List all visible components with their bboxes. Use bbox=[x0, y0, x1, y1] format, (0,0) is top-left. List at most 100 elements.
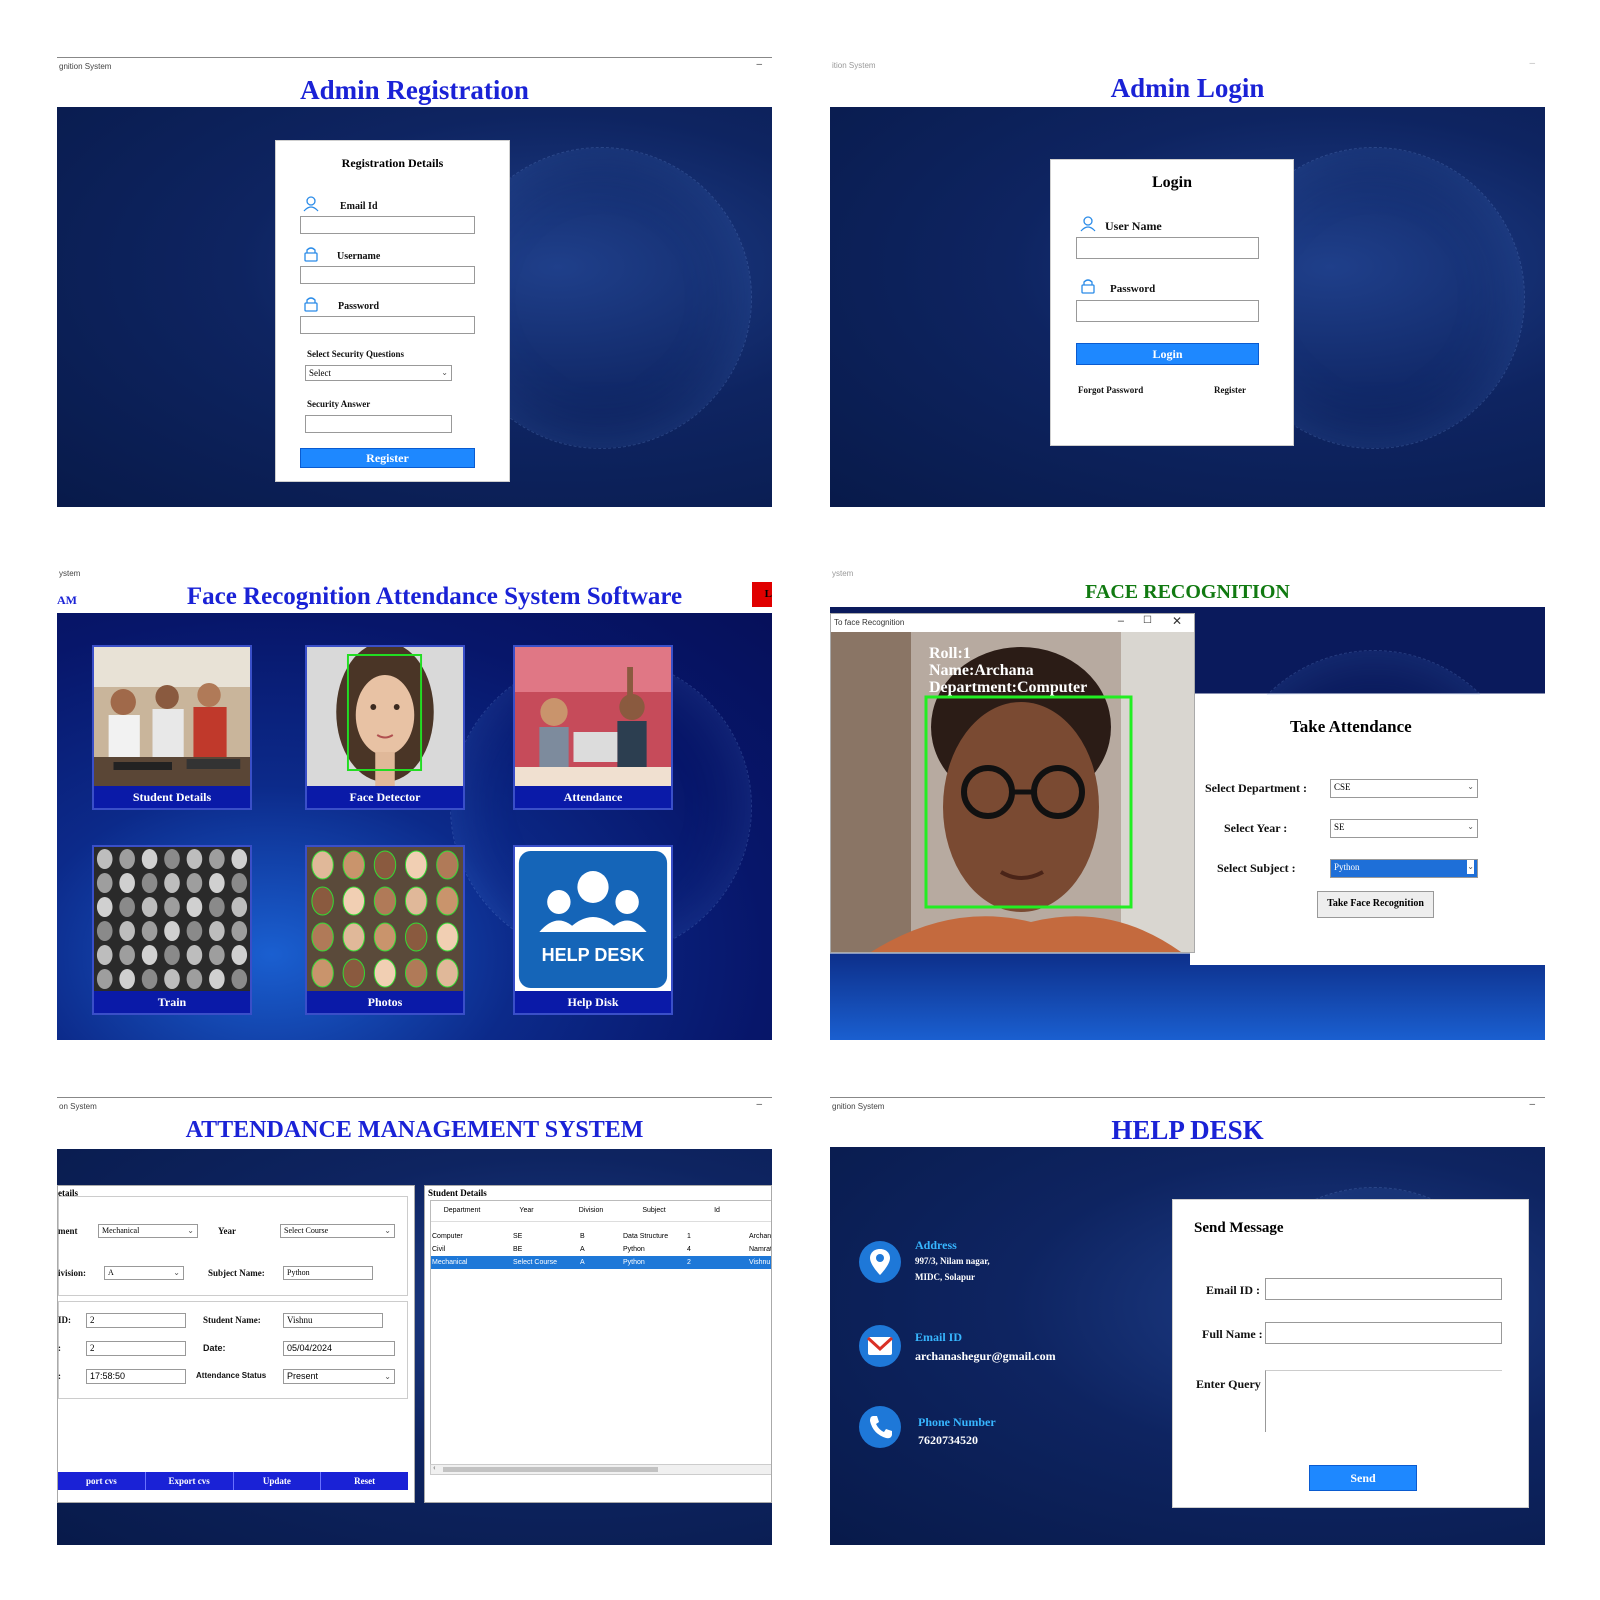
help-desk-icon bbox=[518, 851, 668, 988]
minimize-button[interactable]: – bbox=[1529, 1099, 1535, 1110]
attendance-status-select[interactable]: Present ⌄ bbox=[283, 1369, 395, 1384]
photos-tile[interactable]: Photos bbox=[305, 845, 465, 1015]
student-name-field[interactable]: Vishnu bbox=[283, 1313, 383, 1328]
column-header[interactable]: Na bbox=[748, 1201, 771, 1221]
overlay-roll: Roll:1 bbox=[929, 645, 971, 662]
subject-name-label: Subject Name: bbox=[208, 1268, 265, 1278]
minimize-button[interactable]: – bbox=[756, 1099, 762, 1110]
table-row[interactable]: Computer SE B Data Structure 1 Archana bbox=[431, 1230, 771, 1243]
help-desk-text: HELP DESK bbox=[541, 945, 645, 965]
import-csv-button[interactable]: port cvs bbox=[58, 1472, 146, 1490]
face-thumb bbox=[209, 897, 225, 917]
table-row[interactable]: Civil BE A Python 4 Namrata bbox=[431, 1243, 771, 1256]
login-button[interactable]: Login bbox=[1076, 343, 1259, 365]
camera-window-title: To face Recognition bbox=[834, 618, 905, 627]
face-thumb bbox=[164, 897, 180, 917]
column-header[interactable]: Division bbox=[560, 1201, 622, 1221]
face-thumb bbox=[404, 958, 428, 988]
password-field[interactable] bbox=[1076, 300, 1259, 322]
username-field[interactable] bbox=[300, 266, 475, 284]
window-title: ystem bbox=[832, 569, 854, 578]
face-thumb bbox=[96, 849, 113, 869]
time-field[interactable]: 17:58:50 bbox=[86, 1369, 186, 1384]
year-select[interactable]: SE ⌄ bbox=[1330, 819, 1478, 838]
department-select[interactable]: CSE ⌄ bbox=[1330, 779, 1478, 798]
security-question-label: Select Security Questions bbox=[307, 349, 404, 359]
card-title: Send Message bbox=[1194, 1220, 1284, 1236]
face-thumb bbox=[186, 945, 203, 965]
face-thumb bbox=[373, 958, 397, 988]
full-name-field[interactable] bbox=[1265, 1322, 1502, 1344]
table-row-selected[interactable]: Mechanical Select Course A Python 2 Vish… bbox=[431, 1255, 771, 1269]
email-field[interactable] bbox=[300, 216, 475, 234]
student-table: Department Year Division Subject Id Na C… bbox=[431, 1201, 771, 1269]
face-thumb bbox=[342, 886, 366, 916]
username-field[interactable] bbox=[1076, 237, 1259, 259]
take-face-recognition-button[interactable]: Take Face Recognition bbox=[1317, 891, 1434, 918]
minimize-button[interactable]: – bbox=[756, 59, 762, 70]
chevron-down-icon: ⌄ bbox=[1467, 860, 1474, 874]
chevron-down-icon: ⌄ bbox=[187, 1226, 194, 1235]
table-cell: A bbox=[580, 1245, 585, 1253]
year-select[interactable]: Select Course ⌄ bbox=[280, 1224, 395, 1238]
column-header[interactable]: Id bbox=[686, 1201, 748, 1221]
table-cell: Computer bbox=[432, 1232, 463, 1240]
export-csv-button[interactable]: Export cvs bbox=[146, 1472, 234, 1490]
forgot-password-link[interactable]: Forgot Password bbox=[1078, 385, 1143, 395]
face-thumb bbox=[209, 873, 225, 893]
horizontal-scrollbar[interactable]: ‹ bbox=[430, 1463, 771, 1475]
division-select[interactable]: A ⌄ bbox=[104, 1266, 184, 1280]
table-cell: Civil bbox=[432, 1245, 446, 1253]
department-select[interactable]: Mechanical ⌄ bbox=[98, 1224, 198, 1238]
attendance-tile[interactable]: Attendance bbox=[513, 645, 673, 810]
security-answer-field[interactable] bbox=[305, 415, 452, 433]
minimize-button[interactable]: – bbox=[1118, 615, 1124, 627]
face-thumb bbox=[164, 849, 180, 869]
face-thumb bbox=[231, 849, 248, 869]
register-link[interactable]: Register bbox=[1214, 385, 1246, 395]
register-button[interactable]: Register bbox=[300, 448, 475, 468]
column-header[interactable]: Subject bbox=[622, 1201, 686, 1221]
division-value: A bbox=[108, 1268, 114, 1277]
email-field[interactable] bbox=[1265, 1278, 1502, 1300]
roll-field[interactable]: 2 bbox=[86, 1341, 186, 1356]
maximize-button[interactable]: ☐ bbox=[1143, 615, 1152, 626]
send-button[interactable]: Send bbox=[1309, 1465, 1417, 1491]
face-detector-tile[interactable]: Face Detector bbox=[305, 645, 465, 810]
query-textarea[interactable] bbox=[1265, 1370, 1502, 1432]
chevron-down-icon: ⌄ bbox=[1467, 782, 1474, 791]
tile-label: Help Disk bbox=[515, 991, 671, 1013]
window-title: gnition System bbox=[832, 1102, 885, 1111]
scrollbar-thumb[interactable] bbox=[443, 1467, 658, 1472]
face-thumb bbox=[119, 897, 135, 917]
face-thumb bbox=[96, 897, 113, 917]
security-question-select[interactable]: Select ⌄ bbox=[305, 365, 452, 381]
face-thumb bbox=[311, 850, 334, 880]
camera-titlebar: To face Recognition – ☐ ✕ bbox=[831, 614, 1194, 632]
subject-name-field[interactable]: Python bbox=[283, 1266, 373, 1280]
column-header[interactable]: Department bbox=[431, 1201, 493, 1221]
email-label: Email Id bbox=[340, 201, 378, 212]
scroll-left-icon[interactable]: ‹ bbox=[433, 1463, 436, 1472]
column-header[interactable]: Year bbox=[493, 1201, 560, 1221]
face-thumb bbox=[209, 969, 225, 989]
table-cell: Select Course bbox=[513, 1258, 557, 1266]
face-thumb bbox=[141, 897, 158, 917]
reset-button[interactable]: Reset bbox=[321, 1472, 408, 1490]
face-thumb bbox=[164, 945, 180, 965]
email-title: Email ID bbox=[915, 1330, 963, 1344]
train-tile[interactable]: Train bbox=[92, 845, 252, 1015]
year-label: Select Year : bbox=[1224, 821, 1288, 835]
lock-icon bbox=[1081, 279, 1095, 294]
help-disk-tile[interactable]: HELP DESK Help Disk bbox=[513, 845, 673, 1015]
date-field[interactable]: 05/04/2024 bbox=[283, 1341, 395, 1356]
password-field[interactable] bbox=[300, 316, 475, 334]
exit-button[interactable]: L bbox=[752, 582, 772, 607]
update-button[interactable]: Update bbox=[234, 1472, 322, 1490]
subject-select[interactable]: Python ⌄ bbox=[1330, 859, 1478, 878]
minimize-button[interactable]: – bbox=[1529, 58, 1535, 69]
year-label: Year bbox=[218, 1226, 236, 1236]
student-details-tile[interactable]: Student Details bbox=[92, 645, 252, 810]
id-field[interactable]: 2 bbox=[86, 1313, 186, 1328]
close-icon[interactable]: ✕ bbox=[1172, 614, 1182, 628]
